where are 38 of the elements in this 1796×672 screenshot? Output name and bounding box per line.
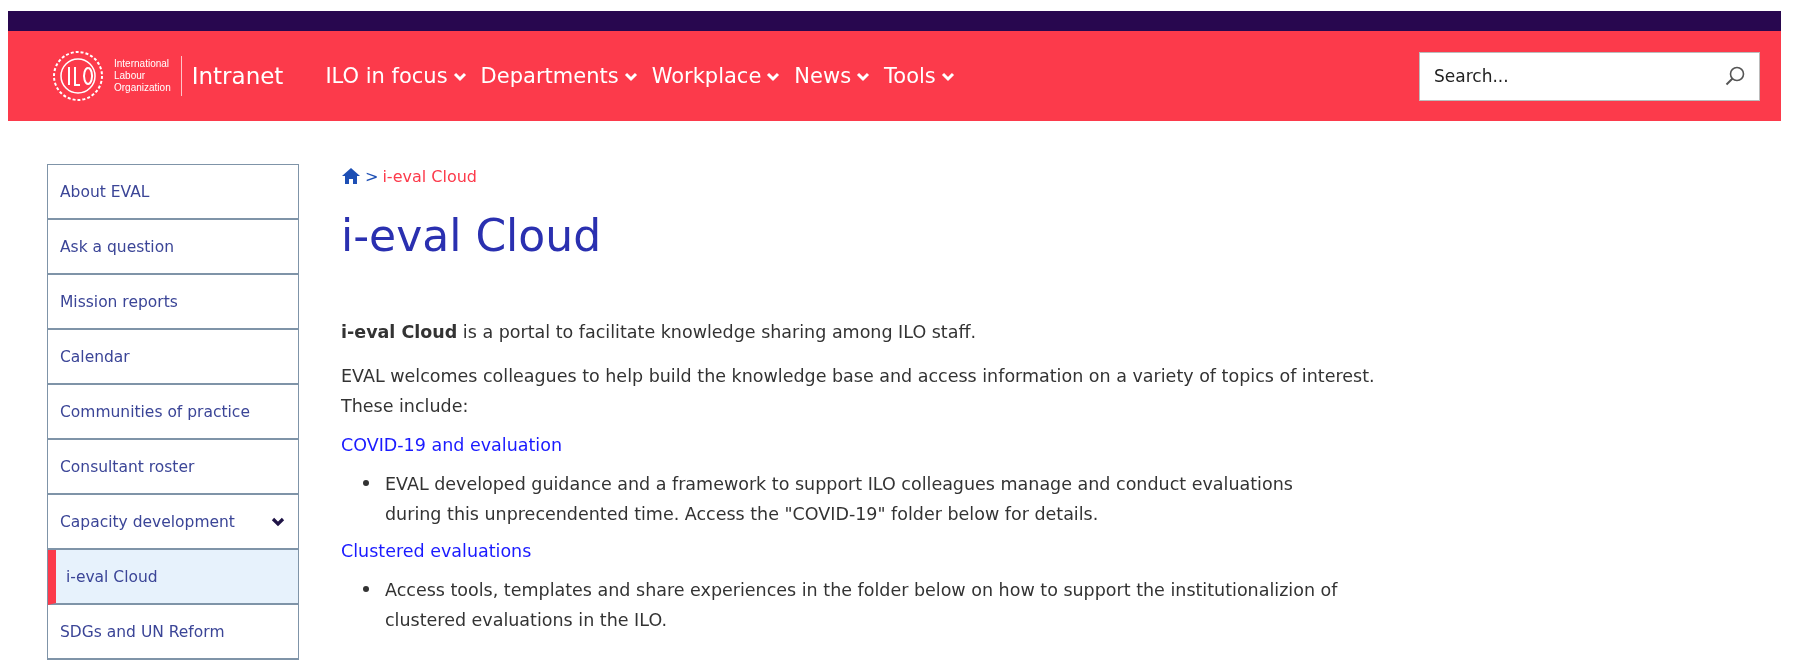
search-field[interactable]: Search... [1419, 51, 1760, 101]
home-icon [341, 167, 361, 185]
sidebar-item[interactable]: Mission reports [48, 275, 298, 330]
section-link[interactable]: COVID-19 and evaluation [341, 435, 562, 455]
breadcrumb-separator: > [365, 166, 379, 186]
org-name-line: Labour [114, 70, 147, 82]
paragraph: EVAL welcomes colleagues to help build the knowledge base and access information on a variety of topics of interest. These include: [341, 365, 1376, 418]
bullet-icon [363, 586, 369, 592]
org-name-line: Organization [114, 82, 171, 94]
chevron-down-icon [856, 70, 871, 82]
sidebar-item[interactable]: Consultant roster [48, 440, 298, 495]
chevron-down-icon [940, 70, 955, 82]
sidebar-item[interactable]: i-eval Cloud [48, 550, 298, 605]
paragraph: i-eval Cloud is a portal to facilitate knowledge sharing among ILO staff. [341, 321, 978, 344]
list-item: Access tools, templates and share experiences in the folder below on how to support the institutionalizion of clustered evaluations in the ILO. [385, 579, 1339, 632]
emblem-icon [51, 49, 105, 103]
sidebar-item[interactable]: SDGs and UN Reform [48, 605, 298, 660]
breadcrumb-link[interactable]: i-eval Cloud [382, 166, 477, 186]
chevron-down-icon [452, 70, 467, 82]
search-icon [1724, 64, 1746, 87]
sidebar-item[interactable]: Ask a question [48, 220, 298, 275]
site-title: Intranet [191, 63, 284, 89]
list-item: EVAL developed guidance and a framework to support ILO colleagues manage and conduct evaluations during this unprecendented time. Access the "COVID-19" folder below for details. [385, 473, 1294, 526]
org-name-line: International [114, 58, 171, 70]
sidebar-item[interactable]: Communities of practice [48, 385, 298, 440]
sidebar-item[interactable]: About EVAL [48, 165, 298, 220]
nav-menu[interactable]: News [794, 64, 871, 88]
section-link[interactable]: Clustered evaluations [341, 541, 532, 561]
nav-menu[interactable]: Tools [884, 64, 955, 88]
chevron-down-icon [766, 70, 781, 82]
page-title: i-eval Cloud [341, 210, 603, 261]
nav-menu[interactable]: Workplace [651, 64, 781, 88]
sidebar-item[interactable]: Calendar [48, 330, 298, 385]
nav-menu[interactable]: ILO in focus [325, 64, 467, 88]
bullet-icon [363, 480, 369, 486]
nav-menu[interactable]: Departments [480, 64, 638, 88]
chevron-down-icon [270, 515, 286, 528]
chevron-down-icon [623, 70, 638, 82]
